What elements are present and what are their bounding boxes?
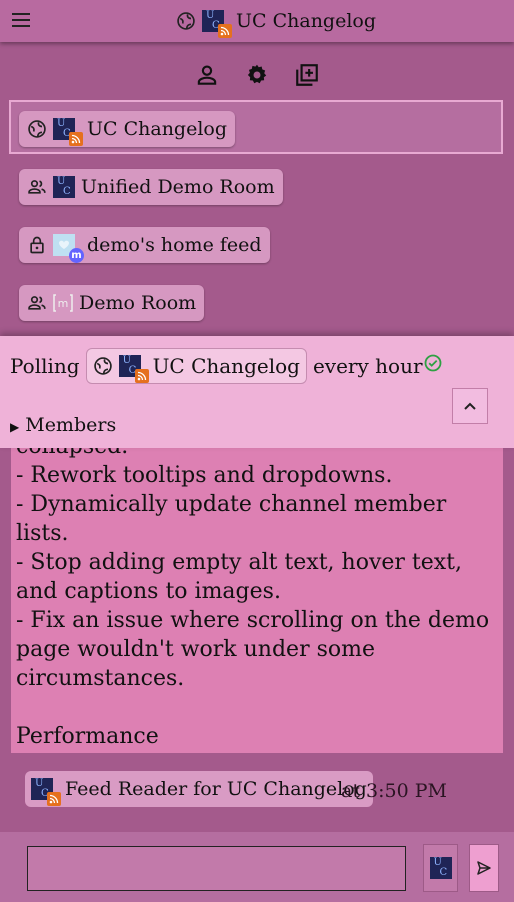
polling-room-chip[interactable]: UC UC Changelog [85, 348, 307, 384]
add-room-icon[interactable] [294, 62, 320, 88]
rss-icon [134, 369, 149, 383]
account-icon[interactable] [194, 62, 220, 88]
hamburger-menu-icon[interactable] [12, 13, 30, 29]
rss-icon [69, 132, 83, 146]
rss-icon [47, 792, 61, 806]
lock-icon [30, 236, 44, 254]
mastodon-icon: m [69, 248, 84, 263]
rss-icon [218, 24, 232, 38]
room-name: Unified Demo Room [81, 176, 275, 198]
message-composer: UC [0, 832, 514, 902]
room-item-demos-home-feed[interactable]: m demo's home feed [19, 227, 270, 263]
feed-avatar-icon: m [53, 234, 84, 263]
settings-gear-icon[interactable] [244, 62, 270, 88]
uc-logo-icon: UC [53, 176, 75, 198]
chevron-up-icon [464, 402, 476, 410]
top-bar: UC UC Changelog [0, 0, 514, 42]
send-button[interactable] [469, 844, 499, 892]
collapse-panel-button[interactable] [452, 388, 488, 424]
room-name: UC Changelog [87, 118, 228, 140]
room-info-panel: Polling UC UC Changelog every hour ▶ Memb [0, 336, 514, 448]
globe-icon [28, 120, 46, 138]
group-icon [28, 296, 46, 310]
check-circle-icon [424, 354, 441, 372]
globe-icon [177, 12, 195, 30]
page-title: UC UC Changelog [176, 10, 377, 38]
members-label: Members [25, 414, 117, 436]
uc-logo-icon: UC [53, 118, 83, 146]
room-name: demo's home feed [87, 234, 262, 256]
message-text: collapsed. - Rework tooltips and dropdow… [16, 438, 490, 749]
room-list-toolbar [0, 60, 514, 90]
room-item-uc-changelog[interactable]: UC UC Changelog [19, 111, 236, 147]
send-icon [477, 861, 491, 875]
polling-prefix: Polling [10, 354, 80, 378]
matrix-icon: m [53, 293, 73, 313]
message-body: collapsed. - Rework tooltips and dropdow… [11, 438, 503, 753]
message-timestamp: at 3:50 PM [341, 780, 447, 802]
globe-icon [93, 357, 112, 375]
uc-logo-icon: UC [429, 857, 452, 879]
message-sender-chip[interactable]: UC Feed Reader for UC Changelog [25, 771, 373, 807]
room-name: Demo Room [79, 292, 197, 314]
members-toggle[interactable]: ▶ Members [10, 414, 116, 436]
title-text: UC Changelog [236, 10, 377, 32]
identity-avatar-button[interactable]: UC [423, 844, 458, 892]
disclosure-triangle-icon: ▶ [10, 420, 20, 434]
polling-room-name: UC Changelog [152, 354, 300, 378]
room-item-unified-demo-room[interactable]: UC Unified Demo Room [19, 169, 283, 205]
polling-suffix: every hour [312, 354, 423, 378]
svg-text:m: m [58, 297, 69, 310]
uc-logo-icon: UC [31, 778, 61, 806]
message-input[interactable] [27, 846, 406, 891]
uc-logo-icon: UC [118, 355, 149, 383]
room-item-demo-room[interactable]: m Demo Room [19, 285, 205, 321]
group-icon [28, 180, 46, 194]
polling-status: Polling UC UC Changelog every hour [10, 348, 442, 384]
uc-logo-icon: UC [202, 10, 232, 38]
sender-name: Feed Reader for UC Changelog [65, 778, 367, 800]
